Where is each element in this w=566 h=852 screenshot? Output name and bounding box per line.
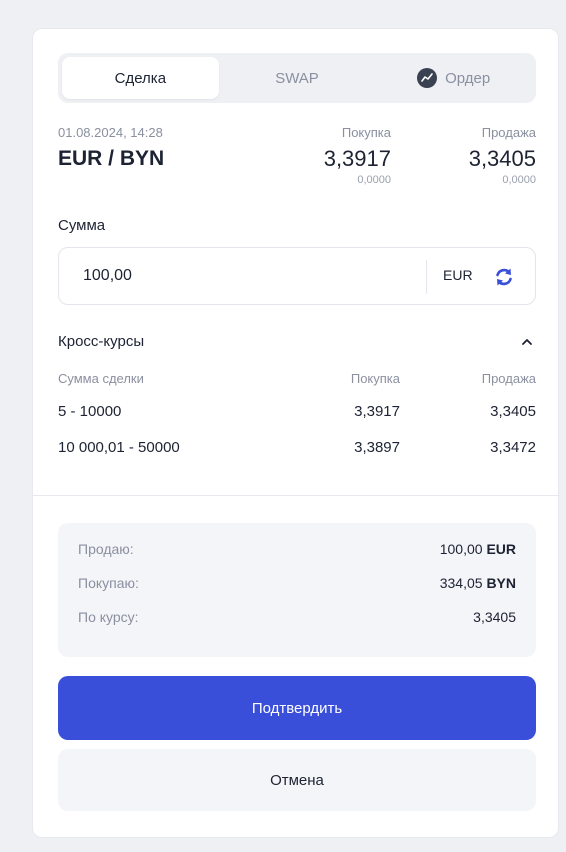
row-sell-rate: 3,3472 <box>490 439 536 456</box>
amount-currency: EUR <box>443 267 473 283</box>
currency-pair: EUR / BYN <box>58 147 165 170</box>
summary-rate-value: 3,3405 <box>473 609 516 625</box>
row-sell-rate: 3,3405 <box>490 403 536 420</box>
summary-buy-value: 334,05 BYN <box>440 575 516 591</box>
cross-rates-title: Кросс-курсы <box>58 333 145 350</box>
cross-rates-header: Кросс-курсы <box>58 333 536 353</box>
rate-datetime: 01.08.2024, 14:28 <box>58 125 163 140</box>
buy-rate-value: 3,3917 <box>323 146 391 171</box>
summary-rate-label: По курсу: <box>78 609 139 625</box>
amount-input[interactable] <box>59 248 419 304</box>
summary-sell-label: Продаю: <box>78 541 134 557</box>
table-row: 10 000,01 - 50000 3,3897 3,3472 <box>58 439 536 475</box>
amount-label: Сумма <box>58 217 106 234</box>
summary-sell-currency: EUR <box>486 541 516 557</box>
summary-buy-currency: BYN <box>486 575 516 591</box>
sell-rate-value: 3,3405 <box>468 146 536 171</box>
row-amount-range: 5 - 10000 <box>58 403 122 420</box>
tab-deal[interactable]: Сделка <box>62 57 219 99</box>
summary-sell-amount: 100,00 <box>439 541 483 557</box>
cross-rates-table: Сумма сделки Покупка Продажа 5 - 10000 3… <box>58 371 536 475</box>
row-buy-rate: 3,3917 <box>354 403 400 420</box>
refresh-icon[interactable] <box>491 264 517 290</box>
col-sell-header: Продажа <box>481 371 536 386</box>
sell-rate-change: 0,0000 <box>502 174 536 186</box>
row-amount-range: 10 000,01 - 50000 <box>58 439 180 456</box>
currency-pair-info: 01.08.2024, 14:28 EUR / BYN Покупка 3,39… <box>58 125 536 195</box>
summary-buy-amount: 334,05 <box>439 575 483 591</box>
trend-icon <box>417 68 438 88</box>
chevron-up-icon[interactable] <box>518 333 536 351</box>
cancel-button[interactable]: Отмена <box>58 749 536 811</box>
tab-swap[interactable]: SWAP <box>219 57 376 99</box>
tab-order-label: Ордер <box>445 69 491 87</box>
amount-divider <box>426 260 427 294</box>
summary-sell-row: Продаю: 100,00 EUR <box>78 541 516 575</box>
buy-rate-block: Покупка 3,3917 0,0000 <box>324 125 391 186</box>
deal-summary: Продаю: 100,00 EUR Покупаю: 334,05 BYN П… <box>58 523 536 657</box>
tab-order[interactable]: Ордер <box>375 57 532 99</box>
deal-tabs: Сделка SWAP Ордер <box>58 53 536 103</box>
summary-sell-value: 100,00 EUR <box>440 541 516 557</box>
buy-rate-label: Покупка <box>341 125 391 140</box>
amount-field: EUR <box>58 247 536 305</box>
tab-swap-label: SWAP <box>275 69 319 87</box>
tab-deal-label: Сделка <box>114 69 167 87</box>
col-amount-header: Сумма сделки <box>58 371 144 386</box>
summary-rate-row: По курсу: 3,3405 <box>78 609 516 643</box>
section-divider <box>33 495 558 496</box>
table-row: 5 - 10000 3,3917 3,3405 <box>58 403 536 439</box>
summary-buy-label: Покупаю: <box>78 575 139 591</box>
sell-rate-label: Продажа <box>481 125 536 140</box>
summary-buy-row: Покупаю: 334,05 BYN <box>78 575 516 609</box>
row-buy-rate: 3,3897 <box>354 439 400 456</box>
sell-rate-block: Продажа 3,3405 0,0000 <box>469 125 536 186</box>
col-buy-header: Покупка <box>350 371 400 386</box>
buy-rate-change: 0,0000 <box>357 174 391 186</box>
deal-card: Сделка SWAP Ордер 01.08.2024, 14:28 EUR … <box>32 28 559 838</box>
cross-rates-table-header: Сумма сделки Покупка Продажа <box>58 371 536 403</box>
confirm-button[interactable]: Подтвердить <box>58 676 536 740</box>
